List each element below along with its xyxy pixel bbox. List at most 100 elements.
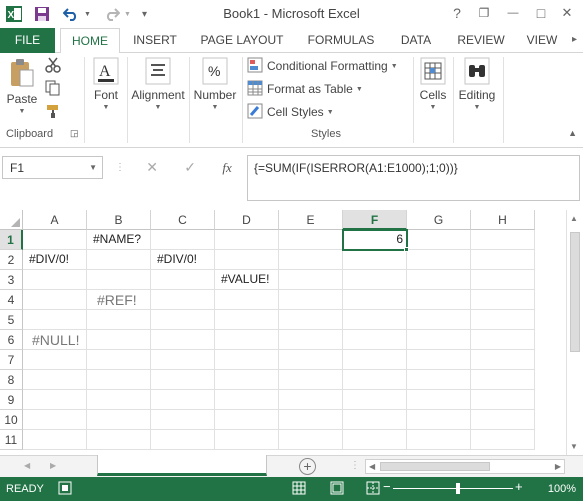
cell-b11[interactable] (87, 430, 151, 450)
cut-icon[interactable] (45, 57, 61, 76)
row-header-2[interactable]: 2 (0, 250, 23, 270)
zoom-level[interactable]: 100% (548, 483, 576, 495)
alignment-button[interactable]: Alignment ▼ (129, 57, 187, 111)
formula-input[interactable]: {=SUM(IF(ISERROR(A1:E1000);1;0))} (247, 155, 580, 201)
cell-g8[interactable] (407, 370, 471, 390)
cell-g5[interactable] (407, 310, 471, 330)
sheet-prev-icon[interactable]: ◀ (24, 461, 30, 470)
cell-h9[interactable] (471, 390, 535, 410)
cell-b9[interactable] (87, 390, 151, 410)
row-header-10[interactable]: 10 (0, 410, 23, 430)
select-all-button[interactable] (0, 210, 23, 230)
formula-bar-grip-icon[interactable]: ⋮ (115, 162, 125, 173)
tab-insert[interactable]: INSERT (124, 28, 186, 53)
cell-d10[interactable] (215, 410, 279, 430)
zoom-slider-track[interactable] (393, 488, 513, 489)
number-button[interactable]: % Number ▼ (192, 57, 238, 111)
cell-h8[interactable] (471, 370, 535, 390)
cell-f10[interactable] (343, 410, 407, 430)
cell-b10[interactable] (87, 410, 151, 430)
cell-c7[interactable] (151, 350, 215, 370)
tab-formulas[interactable]: FORMULAS (298, 28, 384, 53)
cell-h3[interactable] (471, 270, 535, 290)
insert-function-icon[interactable]: fx (222, 160, 231, 176)
cell-d9[interactable] (215, 390, 279, 410)
cell-a3[interactable] (23, 270, 87, 290)
cell-e3[interactable] (279, 270, 343, 290)
cell-a6[interactable]: #NULL! (23, 330, 87, 350)
enter-icon[interactable]: ✓ (184, 159, 196, 176)
worksheet-grid[interactable]: A B C D E F G H 1 #NAME? 6 2 #DIV/0! #DIV/0! 3 #VALUE! 4… (0, 210, 583, 455)
scroll-left-icon[interactable]: ◀ (369, 462, 375, 471)
cell-c6[interactable] (151, 330, 215, 350)
cell-f6[interactable] (343, 330, 407, 350)
horizontal-scrollbar[interactable]: ◀ ▶ (365, 459, 565, 474)
cell-b5[interactable] (87, 310, 151, 330)
cell-styles-button[interactable]: Cell Styles ▼ (247, 102, 334, 122)
cell-g9[interactable] (407, 390, 471, 410)
cell-a9[interactable] (23, 390, 87, 410)
cell-f11[interactable] (343, 430, 407, 450)
cell-b7[interactable] (87, 350, 151, 370)
cell-g7[interactable] (407, 350, 471, 370)
cell-g2[interactable] (407, 250, 471, 270)
sheet-tab-active[interactable] (97, 455, 267, 476)
cell-g1[interactable] (407, 230, 471, 250)
cell-a2[interactable]: #DIV/0! (23, 250, 87, 270)
cell-e1[interactable] (279, 230, 343, 250)
cells-button[interactable]: Cells ▼ (416, 57, 450, 111)
cell-b3[interactable] (87, 270, 151, 290)
tab-view[interactable]: VIEW (520, 28, 564, 53)
cancel-icon[interactable]: ✕ (146, 159, 158, 176)
cell-c5[interactable] (151, 310, 215, 330)
tab-data[interactable]: DATA (390, 28, 442, 53)
cell-h1[interactable] (471, 230, 535, 250)
cell-a11[interactable] (23, 430, 87, 450)
tab-split-icon[interactable]: ⋮ (350, 460, 360, 471)
cell-g10[interactable] (407, 410, 471, 430)
cell-c9[interactable] (151, 390, 215, 410)
column-header-e[interactable]: E (279, 210, 343, 230)
cell-e9[interactable] (279, 390, 343, 410)
cell-a8[interactable] (23, 370, 87, 390)
cell-f7[interactable] (343, 350, 407, 370)
column-header-f[interactable]: F (343, 210, 407, 230)
paste-button[interactable]: Paste ▼ (4, 57, 40, 115)
cell-b4[interactable]: #REF! (87, 290, 151, 310)
collapse-ribbon-icon[interactable]: ▲ (568, 128, 577, 138)
editing-button[interactable]: Editing ▼ (456, 57, 498, 111)
cell-a1[interactable] (23, 230, 87, 250)
macro-recording-icon[interactable] (58, 481, 72, 498)
cell-e7[interactable] (279, 350, 343, 370)
format-as-table-button[interactable]: Format as Table ▼ (247, 79, 363, 99)
cell-b2[interactable] (87, 250, 151, 270)
row-header-1[interactable]: 1 (0, 230, 23, 250)
name-box[interactable]: F1 ▼ (2, 156, 103, 179)
cell-e4[interactable] (279, 290, 343, 310)
cell-g6[interactable] (407, 330, 471, 350)
row-header-11[interactable]: 11 (0, 430, 23, 450)
column-header-a[interactable]: A (23, 210, 87, 230)
name-box-dropdown-icon[interactable]: ▼ (89, 163, 97, 172)
scroll-down-icon[interactable]: ▼ (570, 442, 578, 451)
cell-e10[interactable] (279, 410, 343, 430)
cell-a4[interactable] (23, 290, 87, 310)
cell-c8[interactable] (151, 370, 215, 390)
ribbon-scroll-icon[interactable]: ▸ (572, 34, 577, 45)
tab-file[interactable]: FILE (0, 28, 55, 53)
cell-f8[interactable] (343, 370, 407, 390)
cell-c3[interactable] (151, 270, 215, 290)
help-icon[interactable]: ? (446, 4, 468, 22)
cell-c11[interactable] (151, 430, 215, 450)
cell-b8[interactable] (87, 370, 151, 390)
maximize-icon[interactable]: □ (530, 4, 552, 22)
scroll-up-icon[interactable]: ▲ (570, 214, 578, 223)
copy-icon[interactable] (45, 80, 61, 99)
tab-page-layout[interactable]: PAGE LAYOUT (194, 28, 290, 53)
cell-e6[interactable] (279, 330, 343, 350)
row-header-6[interactable]: 6 (0, 330, 23, 350)
row-header-5[interactable]: 5 (0, 310, 23, 330)
close-icon[interactable]: ✕ (556, 4, 578, 22)
conditional-formatting-button[interactable]: Conditional Formatting ▼ (247, 56, 398, 76)
row-header-8[interactable]: 8 (0, 370, 23, 390)
